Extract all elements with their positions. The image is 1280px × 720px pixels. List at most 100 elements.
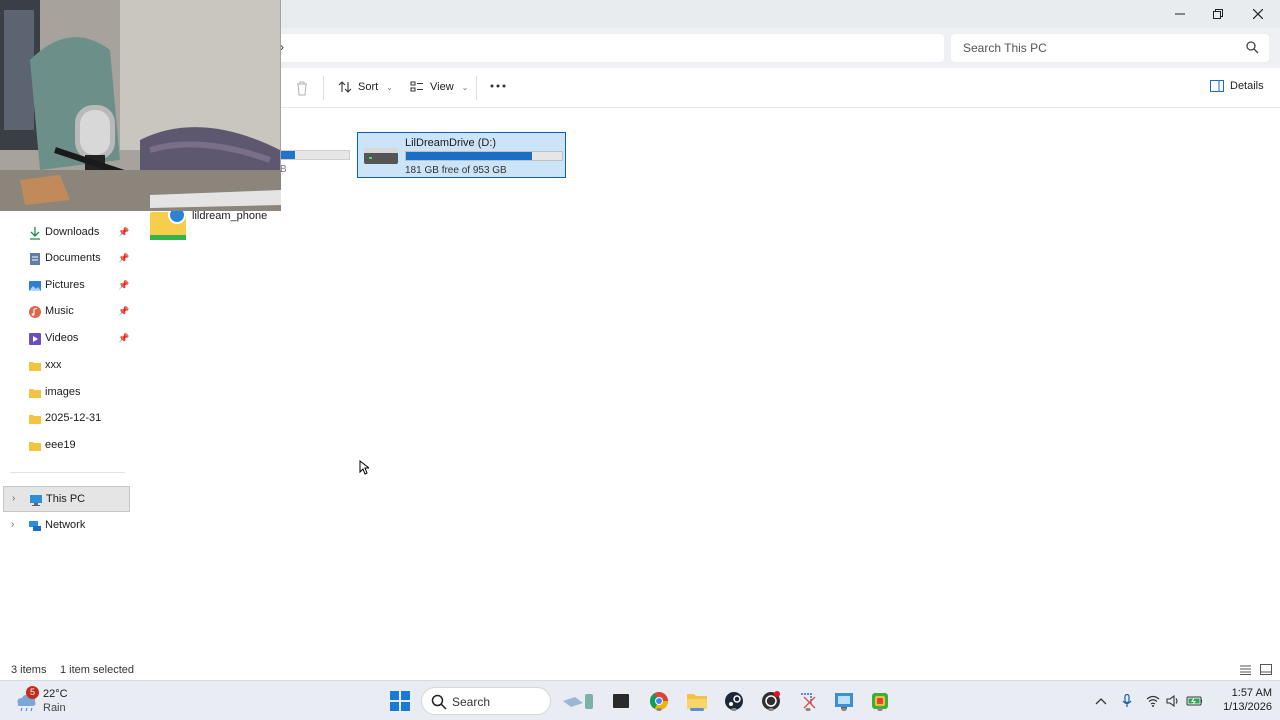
more-options-button[interactable] — [490, 78, 506, 94]
sidebar-item-network[interactable]: › Network — [0, 513, 135, 539]
sort-button[interactable]: Sort ⌄ — [338, 80, 393, 94]
sidebar-item-xxx[interactable]: xxx — [0, 353, 135, 379]
drive-free-text-partial: B — [280, 164, 287, 175]
view-icon — [410, 81, 423, 92]
steam-app[interactable] — [722, 689, 746, 713]
details-button[interactable]: Details — [1210, 80, 1264, 92]
sidebar-item-label: Videos — [45, 332, 79, 344]
mouse-cursor-icon — [359, 460, 369, 475]
minimize-button[interactable] — [1161, 0, 1199, 28]
chrome-app[interactable] — [647, 689, 671, 713]
running-indicator — [877, 708, 883, 711]
clock-time: 1:57 AM — [1231, 687, 1272, 699]
microphone-button[interactable] — [1119, 693, 1135, 709]
volume-button[interactable] — [1165, 693, 1181, 709]
start-button[interactable] — [388, 689, 412, 713]
sidebar-item-videos[interactable]: Videos 📌 — [0, 326, 135, 352]
task-view-button[interactable] — [609, 689, 633, 713]
system-clock[interactable]: 1:57 AM 1/13/2026 — [1212, 686, 1272, 714]
sidebar-item-documents[interactable]: Documents 📌 — [0, 246, 135, 272]
sidebar-item-this-pc[interactable]: › This PC — [3, 486, 130, 512]
folder-item-lildream-phone[interactable]: lildream_phone — [150, 206, 290, 242]
sidebar-item-label: Documents — [45, 252, 101, 264]
trash-icon — [297, 81, 307, 96]
taskbar-search[interactable]: Search — [421, 687, 551, 715]
search-box[interactable]: Search This PC — [951, 34, 1269, 62]
pin-icon: 📌 — [118, 227, 130, 237]
obs-app[interactable] — [759, 689, 783, 713]
active-indicator — [690, 708, 704, 711]
drive-usage-fill — [406, 152, 533, 160]
restore-icon — [1213, 9, 1223, 19]
bluestacks-app[interactable] — [868, 689, 892, 713]
sidebar-item-label: This PC — [46, 493, 86, 505]
search-highlight-image — [563, 694, 593, 709]
sidebar-item-label: Network — [45, 519, 86, 531]
search-icon — [431, 694, 447, 710]
running-indicator — [656, 708, 662, 711]
chevron-right-icon[interactable]: › — [12, 493, 15, 504]
drive-name: LilDreamDrive (D:) — [405, 137, 497, 149]
view-button[interactable]: View ⌄ — [410, 80, 468, 94]
webcam-overlay — [0, 0, 281, 211]
delete-button[interactable] — [295, 80, 309, 96]
taskbar-search-label: Search — [452, 695, 491, 709]
toolbar-divider — [476, 76, 477, 100]
folder-label: lildream_phone — [192, 210, 268, 222]
close-icon — [1253, 9, 1263, 19]
sidebar-item-images[interactable]: images — [0, 380, 135, 406]
battery-charging-icon — [1186, 696, 1202, 706]
sidebar-item-pictures[interactable]: Pictures 📌 — [0, 273, 135, 299]
sidebar-item-label: eee19 — [45, 439, 76, 451]
show-hidden-icons-button[interactable] — [1093, 693, 1109, 709]
toolbar-divider — [323, 76, 324, 100]
search-highlight-icon[interactable] — [560, 689, 596, 713]
snipping-tool-app[interactable] — [796, 689, 820, 713]
sidebar-item-eee19[interactable]: eee19 — [0, 433, 135, 459]
chevron-down-icon: ⌄ — [461, 82, 469, 92]
clock-date: 1/13/2026 — [1223, 701, 1272, 713]
close-button[interactable] — [1239, 0, 1277, 28]
chevron-down-icon: ⌄ — [386, 82, 393, 92]
wifi-button[interactable] — [1145, 693, 1161, 709]
windows-logo-icon — [390, 691, 410, 711]
details-label: Details — [1230, 80, 1264, 92]
sidebar-item-label: 2025-12-31 — [45, 412, 102, 424]
address-bar[interactable] — [274, 34, 944, 62]
view-label: View — [430, 81, 454, 93]
folder-icon — [29, 415, 41, 424]
pin-icon: 📌 — [118, 280, 130, 290]
tiles-view-icon[interactable] — [1260, 664, 1272, 675]
pin-icon: 📌 — [118, 306, 130, 316]
restore-button[interactable] — [1199, 0, 1237, 28]
video-icon — [29, 333, 41, 345]
sidebar-divider — [10, 472, 125, 473]
weather-widget[interactable]: 5 22°C Rain — [14, 686, 94, 716]
file-explorer-app[interactable] — [685, 689, 709, 713]
sidebar-item-2025-12-31[interactable]: 2025-12-31 — [0, 406, 135, 432]
control-panel-app[interactable] — [832, 689, 856, 713]
speaker-icon — [1166, 695, 1178, 707]
drive-usage-bar-partial — [280, 150, 350, 160]
drive-free-text: 181 GB free of 953 GB — [405, 165, 507, 176]
folder-icon — [29, 442, 41, 451]
details-view-icon[interactable] — [1240, 665, 1251, 675]
search-placeholder: Search This PC — [963, 41, 1047, 55]
weather-temperature: 22°C — [43, 688, 68, 700]
folder-icon — [29, 362, 41, 371]
running-indicator — [731, 708, 737, 711]
status-item-count: 3 items — [11, 664, 47, 676]
sidebar-item-downloads[interactable]: Downloads 📌 — [0, 220, 135, 246]
chevron-up-icon — [1095, 698, 1107, 705]
sidebar-item-music[interactable]: Music 📌 — [0, 299, 135, 325]
sidebar-item-label: images — [45, 386, 81, 398]
wifi-icon — [1146, 695, 1160, 707]
computer-icon — [30, 495, 42, 506]
battery-button[interactable] — [1186, 693, 1202, 709]
drive-item-d[interactable]: LilDreamDrive (D:) 181 GB free of 953 GB — [357, 132, 566, 178]
status-bar: 3 items 1 item selected — [0, 660, 1280, 680]
microphone-icon — [1122, 694, 1132, 707]
chevron-right-icon[interactable]: › — [11, 519, 14, 530]
network-icon — [29, 521, 41, 531]
taskbar: 5 22°C Rain Search 1:57 AM 1/13/2026 — [0, 680, 1280, 720]
